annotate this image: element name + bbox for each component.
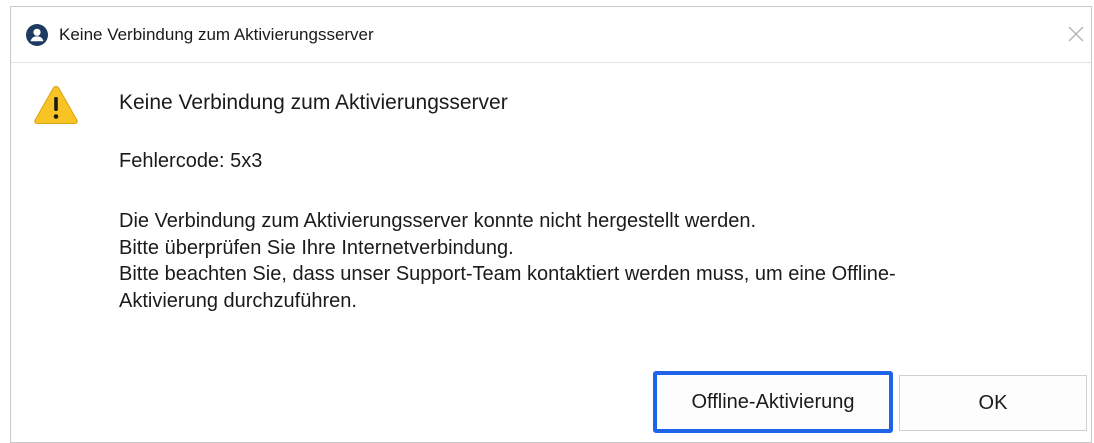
warning-icon: [33, 84, 79, 126]
message-line: Bitte überprüfen Sie Ihre Internetverbin…: [119, 236, 514, 259]
user-circle-icon: [26, 24, 48, 46]
message-line: Aktivierung durchzuführen.: [119, 289, 357, 312]
dialog-window: Keine Verbindung zum Aktivierungsserver …: [10, 6, 1092, 443]
message-line: Bitte beachten Sie, dass unser Support-T…: [119, 263, 896, 285]
dialog-heading: Keine Verbindung zum Aktivierungsserver: [119, 91, 508, 114]
offline-activation-button[interactable]: Offline-Aktivierung: [653, 371, 893, 433]
error-code: Fehlercode: 5x3: [119, 150, 263, 172]
ok-button[interactable]: OK: [899, 375, 1087, 431]
window-title: Keine Verbindung zum Aktivierungsserver: [59, 25, 374, 44]
title-bar: Keine Verbindung zum Aktivierungsserver: [11, 7, 1091, 63]
close-icon: [1068, 26, 1084, 42]
close-button[interactable]: [1061, 19, 1091, 49]
error-message: Die Verbindung zum Aktivierungsserver ko…: [119, 208, 1094, 314]
message-line: Die Verbindung zum Aktivierungsserver ko…: [119, 210, 757, 232]
